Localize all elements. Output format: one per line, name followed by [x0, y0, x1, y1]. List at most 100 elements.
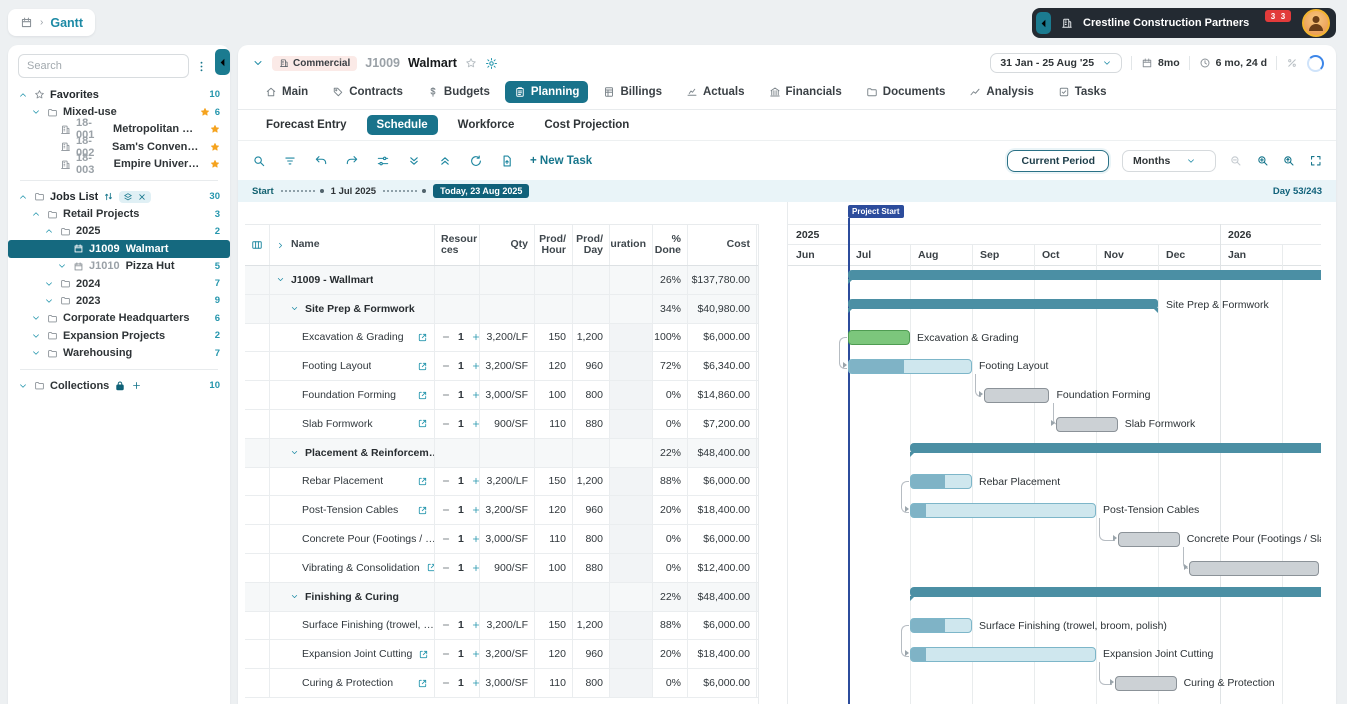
chevron-down-icon[interactable] — [31, 331, 42, 341]
zoom-in-icon[interactable] — [1256, 154, 1270, 168]
new-task-button[interactable]: + New Task — [530, 155, 592, 167]
fullscreen-icon[interactable] — [1309, 154, 1323, 168]
task-row-foundation-forming[interactable]: Foundation Forming 1 3,000/SF 100 800 0% $14,8… — [245, 381, 758, 410]
tab-billings[interactable]: Billings — [594, 81, 671, 103]
chevron-down-icon[interactable] — [31, 313, 42, 323]
task-row-slab-formwork[interactable]: Slab Formwork 1 900/SF 110 880 0% $7,200.00 — [245, 409, 758, 439]
increase-icon[interactable] — [471, 678, 479, 688]
task-row-curing-protection[interactable]: Curing & Protection 1 3,000/SF 110 800 0% $6,0… — [245, 669, 758, 698]
timescale-select[interactable]: Months — [1122, 149, 1216, 172]
favorite-star-icon[interactable] — [210, 124, 220, 134]
tab-planning[interactable]: Planning — [504, 81, 589, 103]
chevron-up-icon[interactable] — [31, 209, 42, 219]
increase-icon[interactable] — [471, 505, 479, 515]
chevron-down-icon[interactable] — [44, 279, 55, 289]
decrease-icon[interactable] — [441, 419, 451, 429]
gantt-bar-surface-finishing-trowel-br[interactable] — [910, 618, 972, 634]
gantt-bar-expansion-joint-cutting[interactable] — [910, 646, 1096, 662]
task-row-concrete-pour-footings-sl[interactable]: Concrete Pour (Footings / Sl... 1 3,000/SF… — [245, 525, 758, 554]
chevron-down-icon[interactable] — [57, 261, 68, 271]
sidebar-item-2024[interactable]: 2024 7 — [8, 275, 230, 292]
sidebar-item-warehousing[interactable]: Warehousing 7 — [8, 344, 230, 361]
tab-documents[interactable]: Documents — [857, 81, 955, 103]
redo-icon[interactable] — [345, 154, 359, 168]
task-row-expansion-joint-cutting[interactable]: Expansion Joint Cutting 1 3,200/SF 120 960 20… — [245, 640, 758, 670]
sort-icon[interactable] — [103, 191, 114, 202]
percent-icon[interactable] — [1286, 57, 1298, 69]
decrease-icon[interactable] — [441, 390, 451, 400]
chevron-down-icon[interactable] — [44, 296, 55, 306]
decrease-icon[interactable] — [441, 332, 451, 342]
task-row-post-tension-cables[interactable]: Post-Tension Cables 1 3,200/SF 120 960 20% $18… — [245, 496, 758, 526]
breadcrumb[interactable]: › Gantt — [8, 9, 95, 36]
decrease-icon[interactable] — [441, 620, 451, 630]
decrease-icon[interactable] — [441, 649, 451, 659]
gantt-bar-excavation-grading[interactable] — [848, 330, 910, 346]
increase-icon[interactable] — [471, 361, 479, 371]
expand-all-icon[interactable] — [438, 154, 452, 168]
open-task-icon[interactable] — [417, 418, 428, 429]
gantt-bar-vibrating-consolidation[interactable] — [1189, 560, 1320, 576]
table-grid-icon[interactable] — [251, 239, 263, 251]
chevron-up-icon[interactable] — [18, 192, 29, 202]
filter-icon[interactable] — [283, 154, 297, 168]
tab-main[interactable]: Main — [256, 81, 317, 103]
chevron-up-icon[interactable] — [44, 226, 55, 236]
chevron-up-icon[interactable] — [18, 90, 29, 100]
chevron-down-icon[interactable] — [18, 381, 29, 391]
collapse-group-icon[interactable] — [290, 448, 299, 457]
gantt-summary-bar-finishing-curing[interactable] — [910, 586, 1321, 601]
open-task-icon[interactable] — [417, 476, 428, 487]
gantt-bar-footing-layout[interactable] — [848, 358, 972, 374]
lock-icon[interactable] — [114, 380, 126, 392]
gantt-summary-bar-placement-reinforcement[interactable] — [910, 442, 1321, 457]
export-icon[interactable] — [500, 154, 514, 168]
task-row-rebar-placement[interactable]: Rebar Placement 1 3,200/LF 150 1,200 88% $6,00… — [245, 467, 758, 497]
zoom-out-icon[interactable] — [1229, 154, 1243, 168]
sidebar-item-collections[interactable]: Collections 10 — [8, 377, 230, 394]
tab-budgets[interactable]: Budgets — [418, 81, 499, 103]
increase-icon[interactable] — [471, 563, 479, 573]
kebab-menu-icon[interactable] — [195, 60, 208, 73]
gantt-bar-rebar-placement[interactable] — [910, 474, 972, 490]
increase-icon[interactable] — [471, 390, 479, 400]
decrease-icon[interactable] — [441, 361, 451, 371]
decrease-icon[interactable] — [441, 534, 451, 544]
task-row-finishing-curing[interactable]: Finishing & Curing 22% $48,400.00 — [245, 582, 758, 612]
sidebar-item-j1010-pizza-hut[interactable]: J1010 Pizza Hut 5 — [8, 258, 230, 275]
favorite-star-icon[interactable] — [210, 159, 220, 169]
sidebar-item-mixed-use[interactable]: Mixed-use 6 — [8, 103, 230, 120]
task-row-placement-reinforcement[interactable]: Placement & Reinforcement 22% $48,400.00 — [245, 438, 758, 468]
undo-icon[interactable] — [314, 154, 328, 168]
decrease-icon[interactable] — [441, 563, 451, 573]
open-task-icon[interactable] — [417, 505, 428, 516]
zoom-reset-icon[interactable] — [1282, 154, 1296, 168]
avatar[interactable] — [1302, 9, 1330, 37]
tab-actuals[interactable]: Actuals — [677, 81, 754, 103]
sidebar-item-j1009-walmart[interactable]: J1009 Walmart — [8, 240, 230, 258]
open-task-icon[interactable] — [418, 649, 429, 660]
tab-financials[interactable]: Financials — [760, 81, 851, 103]
collapse-group-icon[interactable] — [290, 592, 299, 601]
open-task-icon[interactable] — [426, 562, 434, 573]
adjustments-icon[interactable] — [376, 154, 390, 168]
increase-icon[interactable] — [471, 649, 479, 659]
gantt-summary-bar-site-prep-formwork[interactable] — [848, 298, 1158, 313]
increase-icon[interactable] — [471, 620, 479, 630]
sidebar-item-18-003-empire-university[interactable]: 18-003 Empire University — [8, 152, 230, 176]
chevron-down-icon[interactable] — [31, 348, 42, 358]
gantt-bar-curing-protection[interactable] — [1114, 675, 1177, 691]
collapse-group-icon[interactable] — [276, 275, 285, 284]
decrease-icon[interactable] — [441, 678, 451, 688]
subtab-forecast-entry[interactable]: Forecast Entry — [256, 115, 357, 135]
task-row-footing-layout[interactable]: Footing Layout 1 3,200/SF 120 960 72% $6,340.0… — [245, 352, 758, 382]
today-badge[interactable]: Today, 23 Aug 2025 — [433, 184, 530, 198]
expand-rows-icon[interactable] — [276, 241, 285, 250]
collapse-group-icon[interactable] — [290, 304, 299, 313]
task-row-vibrating-consolidation[interactable]: Vibrating & Consolidation 1 900/SF 100 880 0%… — [245, 553, 758, 583]
increase-icon[interactable] — [471, 332, 479, 342]
open-task-icon[interactable] — [417, 678, 428, 689]
increase-icon[interactable] — [471, 534, 479, 544]
search-icon[interactable] — [252, 154, 266, 168]
subtab-cost-projection[interactable]: Cost Projection — [534, 115, 639, 135]
